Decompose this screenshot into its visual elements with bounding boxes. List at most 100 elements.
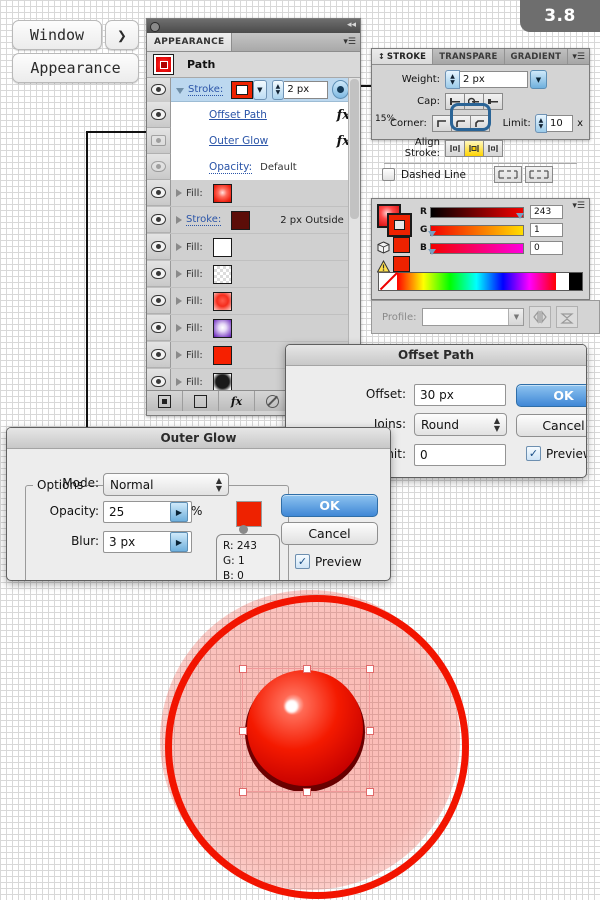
fill-color-swatch[interactable] xyxy=(212,372,232,390)
offset-cancel-button[interactable]: Cancel xyxy=(516,414,586,437)
offset-preview-checkbox[interactable]: ✓ Preview xyxy=(526,446,586,461)
appearance-panel-titlebar[interactable]: ◂◂ xyxy=(147,19,360,33)
joins-select[interactable]: Round ▲ ▼ xyxy=(414,413,507,436)
visibility-toggle[interactable] xyxy=(147,342,171,368)
panel-close-icon[interactable] xyxy=(150,22,160,32)
selection-handle[interactable] xyxy=(366,665,374,673)
visibility-toggle[interactable] xyxy=(147,369,171,390)
tab-stroke[interactable]: ↕ STROKE xyxy=(372,49,434,64)
slider-thumb-g[interactable] xyxy=(428,231,436,237)
slider-row-b[interactable]: B 0 xyxy=(420,241,580,255)
white-swatch[interactable] xyxy=(556,273,569,290)
weight-stepper[interactable]: ▲ ▼ xyxy=(445,70,460,89)
add-new-effect-button[interactable]: fx xyxy=(219,391,255,411)
appearance-row-fill-1[interactable]: Fill: xyxy=(147,180,360,207)
stroke-weight-field[interactable]: 2 px xyxy=(284,80,328,99)
menu-appearance-item[interactable]: Appearance xyxy=(12,53,139,83)
slider-thumb-r[interactable] xyxy=(516,213,524,219)
visibility-toggle[interactable] xyxy=(147,315,171,341)
effect-link-offset-path[interactable]: Offset Path xyxy=(209,109,267,121)
offset-ok-button[interactable]: OK xyxy=(516,384,586,407)
rgb-sliders[interactable]: R 243 G 1 B 0 xyxy=(420,205,580,259)
slider-row-g[interactable]: G 1 xyxy=(420,223,580,237)
flip-horizontal-button[interactable] xyxy=(529,306,552,328)
opacity-slider-arrow-icon[interactable]: ▶ xyxy=(170,502,188,522)
add-new-stroke-button[interactable] xyxy=(147,391,183,411)
appearance-target-row[interactable]: Path xyxy=(147,52,360,78)
fill-color-swatch[interactable] xyxy=(212,291,232,311)
color-warning-row[interactable] xyxy=(376,256,415,272)
miter-limit-field[interactable]: 0 xyxy=(414,444,506,466)
flip-vertical-button[interactable] xyxy=(556,306,579,328)
panel-menu-icon[interactable]: ▾☰ xyxy=(343,33,360,51)
fill-color-swatch[interactable] xyxy=(212,237,232,257)
appearance-row-outer-glow[interactable]: Outer Glow fx xyxy=(147,128,360,154)
slider-track-g[interactable] xyxy=(430,224,524,236)
disclosure-triangle-icon[interactable] xyxy=(176,378,182,386)
fill-color-swatch[interactable] xyxy=(212,183,232,203)
appearance-row-stroke-2[interactable]: Stroke: 2 px Outside xyxy=(147,207,360,234)
websafe-swatch[interactable] xyxy=(393,256,410,272)
appearance-row-label[interactable]: Stroke: xyxy=(186,214,222,226)
selection-handle[interactable] xyxy=(239,665,247,673)
mode-select[interactable]: Normal ▲ ▼ xyxy=(103,473,229,496)
blur-slider-arrow-icon[interactable]: ▶ xyxy=(170,532,188,552)
tab-gradient[interactable]: GRADIENT xyxy=(505,49,569,64)
glow-color-swatch[interactable] xyxy=(236,501,262,527)
visibility-toggle[interactable] xyxy=(147,180,171,206)
disclosure-triangle-icon[interactable] xyxy=(176,243,182,251)
slider-track-b[interactable] xyxy=(430,242,524,254)
stroke-weight-stepper[interactable]: ▲ ▼ xyxy=(271,79,285,100)
appearance-row-fill-3[interactable]: Fill: xyxy=(147,261,360,288)
outer-glow-ok-button[interactable]: OK xyxy=(281,494,378,517)
selection-handle[interactable] xyxy=(303,788,311,796)
limit-stepper[interactable]: ▲ ▼ xyxy=(534,114,548,133)
disclosure-triangle-icon[interactable] xyxy=(176,216,182,224)
panel-menu-icon[interactable]: ▾☰ xyxy=(572,49,589,64)
disclosure-triangle-icon[interactable] xyxy=(176,297,182,305)
visibility-toggle[interactable] xyxy=(147,154,171,180)
fill-stroke-swatches[interactable] xyxy=(377,204,412,237)
tab-transparency[interactable]: TRANSPARE xyxy=(433,49,505,64)
chevron-down-icon[interactable]: ▼ xyxy=(508,309,524,325)
selection-handle[interactable] xyxy=(366,727,374,735)
visibility-toggle[interactable] xyxy=(147,78,171,103)
stepper-arrows-icon[interactable]: ▲ ▼ xyxy=(216,476,222,493)
menu-window-button[interactable]: Window xyxy=(12,20,102,50)
slider-track-r[interactable] xyxy=(430,206,524,218)
fill-color-swatch[interactable] xyxy=(212,318,232,338)
selection-handle[interactable] xyxy=(239,788,247,796)
visibility-toggle[interactable] xyxy=(147,261,171,287)
effect-link-outer-glow[interactable]: Outer Glow xyxy=(209,135,268,147)
disclosure-triangle-icon[interactable] xyxy=(176,189,182,197)
canvas-artwork[interactable] xyxy=(150,580,470,900)
appearance-row-fill-4[interactable]: Fill: xyxy=(147,288,360,315)
disclosure-triangle-icon[interactable] xyxy=(176,270,182,278)
profile-select[interactable]: ▼ xyxy=(422,308,525,326)
stroke-color-swatch[interactable] xyxy=(231,80,253,99)
fill-color-swatch[interactable] xyxy=(212,345,232,365)
appearance-row-stroke-opacity[interactable]: Opacity: Default xyxy=(147,154,360,180)
out-of-gamut-swatch[interactable] xyxy=(393,237,410,253)
dash-adjust-button[interactable] xyxy=(525,166,553,183)
outer-glow-preview-checkbox[interactable]: ✓ Preview xyxy=(295,554,362,569)
appearance-row-fill-5[interactable]: Fill: xyxy=(147,315,360,342)
fill-color-swatch[interactable] xyxy=(212,264,232,284)
visibility-toggle[interactable] xyxy=(147,102,171,128)
selection-handle[interactable] xyxy=(303,665,311,673)
channel-value-g[interactable]: 1 xyxy=(530,223,563,237)
slider-thumb-b[interactable] xyxy=(428,249,436,255)
slider-row-r[interactable]: R 243 xyxy=(420,205,580,219)
selection-bounding-box[interactable] xyxy=(239,665,374,796)
appearance-panel-tabbar[interactable]: APPEARANCE ▾☰ xyxy=(147,33,360,52)
color-panel-icons[interactable] xyxy=(376,204,415,272)
spectrum-ramp[interactable] xyxy=(397,273,556,290)
appearance-row-stroke-expanded[interactable]: Stroke: ▼ ▲▼ 2 px … xyxy=(147,78,360,103)
selection-handle[interactable] xyxy=(366,788,374,796)
color-3d-row[interactable] xyxy=(377,237,415,254)
stroke-panel-tabbar[interactable]: ↕ STROKE TRANSPARE GRADIENT ▾☰ xyxy=(372,49,589,65)
visibility-toggle[interactable] xyxy=(147,128,171,154)
channel-value-r[interactable]: 243 xyxy=(530,205,563,219)
black-swatch[interactable] xyxy=(569,273,582,290)
stroke-swatch[interactable] xyxy=(387,213,412,237)
